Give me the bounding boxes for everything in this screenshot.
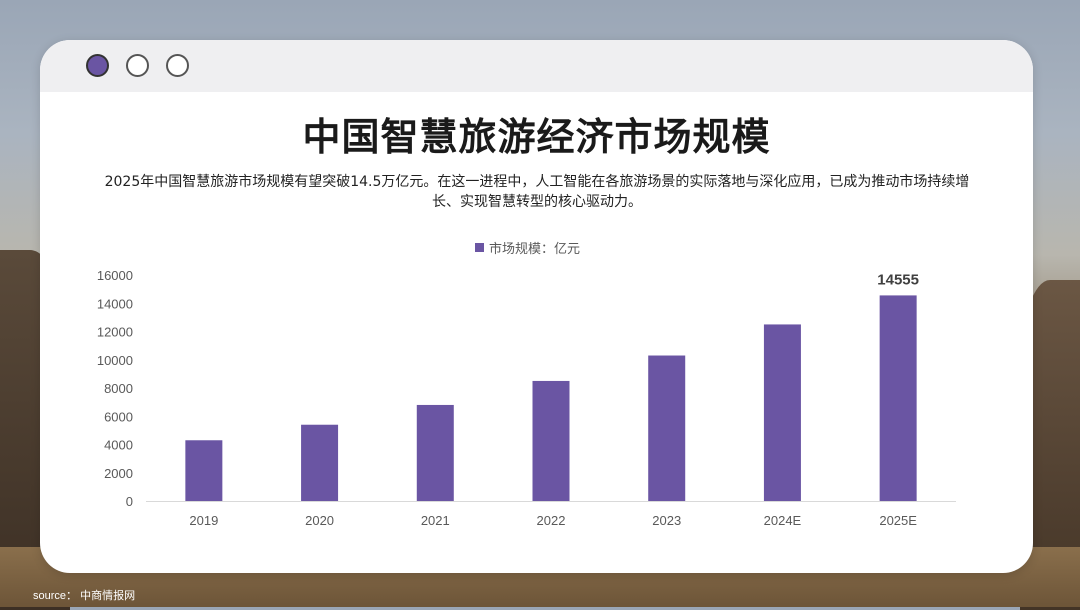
source-footer: source： 中商情报网	[33, 587, 135, 603]
legend-label: 市场规模：亿元	[489, 241, 580, 257]
y-tick-label: 4000	[104, 438, 133, 453]
source-name: 中商情报网	[80, 590, 136, 602]
x-tick-label: 2024E	[764, 513, 802, 528]
bar-2022	[532, 380, 570, 501]
x-tick-label: 2021	[421, 513, 450, 528]
y-tick-label: 14000	[97, 296, 133, 311]
x-tick-label: 2025E	[879, 513, 917, 528]
bar-2020	[301, 424, 339, 501]
y-tick-label: 16000	[97, 268, 133, 283]
bar-chart: 市场规模：亿元 0 2000 4000 6000 8000 10000 12000 14000 1…	[97, 241, 956, 528]
y-tick-label: 8000	[104, 381, 133, 396]
x-tick-label: 2023	[652, 513, 681, 528]
bar-2024e	[763, 324, 801, 501]
bar-2019	[185, 440, 223, 501]
y-tick-label: 6000	[104, 409, 133, 424]
bar-2025e	[879, 295, 917, 501]
bar-2023	[648, 355, 686, 501]
data-label: 14555	[877, 271, 919, 288]
bar-2021	[416, 404, 454, 501]
y-tick-label: 2000	[104, 466, 133, 481]
source-label: source：	[33, 590, 78, 602]
y-tick-label: 0	[126, 494, 133, 509]
y-tick-label: 10000	[97, 353, 133, 368]
x-tick-label: 2019	[189, 513, 218, 528]
y-tick-label: 12000	[97, 325, 133, 340]
x-tick-label: 2020	[305, 513, 334, 528]
legend-swatch	[475, 243, 484, 252]
x-tick-label: 2022	[537, 513, 566, 528]
